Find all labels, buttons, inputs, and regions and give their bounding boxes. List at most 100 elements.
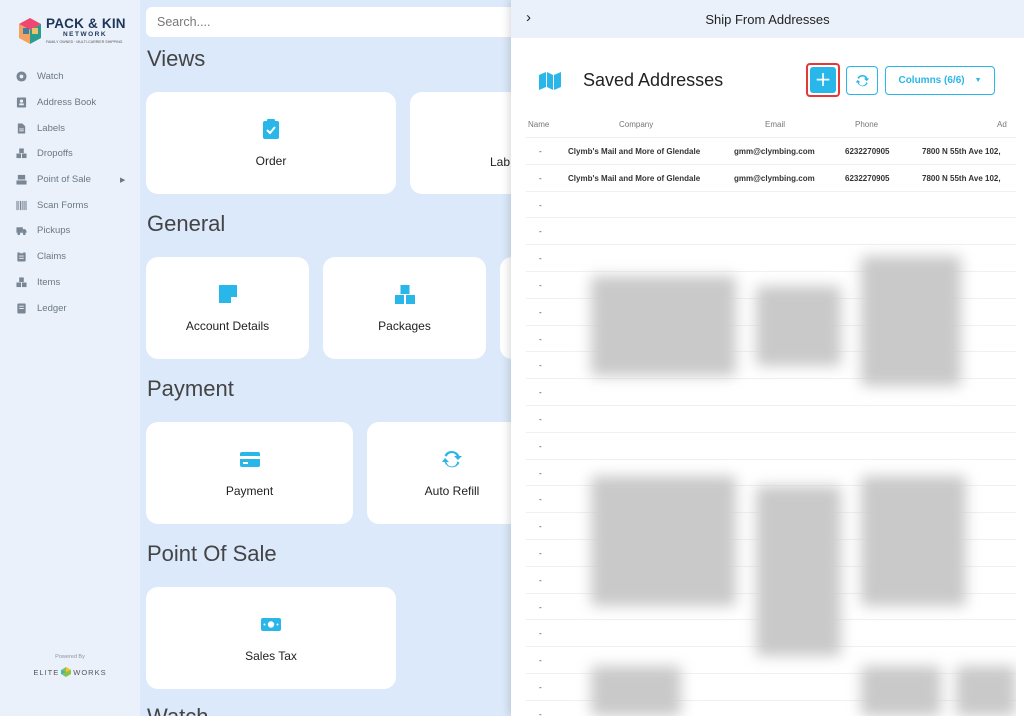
elite-works-right: WORKS xyxy=(73,668,107,677)
sidebar-item-label: Scan Forms xyxy=(37,199,89,211)
table-row[interactable]: - xyxy=(526,326,1016,353)
money-icon xyxy=(261,618,281,631)
sidebar-item-labels[interactable]: Labels xyxy=(0,115,140,141)
table-row[interactable]: - xyxy=(526,245,1016,272)
chevron-right-icon[interactable]: › xyxy=(526,9,531,26)
powered-by-label: Powered By xyxy=(55,654,85,660)
table-row[interactable]: - xyxy=(526,701,1016,716)
map-icon xyxy=(539,72,561,90)
section-title-views: Views xyxy=(147,46,206,71)
cell-name: - xyxy=(539,441,542,451)
drawer-title: Ship From Addresses xyxy=(705,11,830,27)
refresh-button[interactable] xyxy=(846,66,878,95)
section-title-payment: Payment xyxy=(147,376,234,401)
cell-name: - xyxy=(539,602,542,612)
watch-icon xyxy=(16,71,27,82)
column-header-company[interactable]: Company xyxy=(619,120,653,129)
card-packages[interactable]: Packages xyxy=(323,257,486,359)
elite-works-logo[interactable]: ELITE WORKS xyxy=(0,667,140,677)
drawer-header: › Ship From Addresses xyxy=(511,0,1024,38)
sidebar-item-label: Point of Sale xyxy=(37,174,91,186)
chevron-right-icon: ▶ xyxy=(120,176,126,184)
card-label: Account Details xyxy=(185,319,270,333)
labels-icon xyxy=(17,123,26,134)
card-label: Payment xyxy=(225,484,274,498)
table-row[interactable]: - xyxy=(526,272,1016,299)
table-row[interactable]: - xyxy=(526,620,1016,648)
sidebar-item-dropoffs[interactable]: Dropoffs xyxy=(0,141,140,167)
boxes-icon xyxy=(16,277,27,287)
card-order[interactable]: Order xyxy=(146,92,396,194)
caret-down-icon: ▼ xyxy=(974,77,982,84)
barcode-icon xyxy=(16,200,27,210)
cell-name: - xyxy=(539,575,542,585)
sidebar-item-ledger[interactable]: Ledger xyxy=(0,295,140,321)
cell-name: - xyxy=(539,147,542,156)
sidebar-item-items[interactable]: Items xyxy=(0,270,140,296)
table-row[interactable]: - Clymb's Mail and More of Glendale gmm@cl… xyxy=(526,165,1016,192)
sidebar-item-label: Ledger xyxy=(37,302,67,314)
table-row[interactable]: - xyxy=(526,433,1016,460)
cell-name: - xyxy=(539,495,542,505)
table-row[interactable]: - xyxy=(526,674,1016,701)
column-header-phone[interactable]: Phone xyxy=(855,120,878,129)
sidebar-item-label: Address Book xyxy=(37,97,97,109)
sidebar-item-address-book[interactable]: Address Book xyxy=(0,90,140,116)
table-row[interactable]: - Clymb's Mail and More of Glendale gmm@cl… xyxy=(526,138,1016,165)
cell-name: - xyxy=(539,361,542,371)
sidebar-item-label: Items xyxy=(37,276,61,288)
table-row[interactable]: - xyxy=(526,647,1016,674)
table-row[interactable]: - xyxy=(526,540,1016,567)
sidebar-item-scan-forms[interactable]: Scan Forms xyxy=(0,192,140,218)
book-icon xyxy=(17,302,26,314)
table-row[interactable]: - xyxy=(526,460,1016,487)
columns-dropdown-button[interactable]: Columns (6/6) ▼ xyxy=(885,66,995,95)
table-header: Name Company Email Phone Ad xyxy=(526,112,1016,138)
table-row[interactable]: - xyxy=(526,406,1016,433)
cell-email: gmm@clymbing.com xyxy=(734,173,815,183)
elite-works-gem-icon xyxy=(61,667,72,677)
saved-addresses-panel: Saved Addresses + Columns (6/6) ▼ Name C… xyxy=(526,56,1016,716)
card-label: Sales Tax xyxy=(245,649,297,663)
logo-mark-icon xyxy=(19,18,41,44)
card-label: Auto Refill xyxy=(424,484,480,498)
sidebar-item-point-of-sale[interactable]: Point of Sale ▶ xyxy=(0,167,140,193)
refresh-icon xyxy=(855,75,869,87)
sidebar-item-claims[interactable]: Claims xyxy=(0,244,140,270)
pack-and-kin-logo[interactable]: PACK & KIN NETWORK FAMILY OWNED · MULTI-… xyxy=(16,14,131,50)
card-payment[interactable]: Payment xyxy=(146,422,353,524)
clipboard-check-icon xyxy=(263,119,279,139)
column-header-address[interactable]: Ad xyxy=(997,120,1007,129)
sidebar-item-pickups[interactable]: Pickups xyxy=(0,218,140,244)
cell-name: - xyxy=(539,656,542,666)
refresh-icon xyxy=(442,450,462,468)
section-title-general: General xyxy=(147,211,226,236)
cell-name: - xyxy=(539,468,542,478)
brand-name: PACK & KIN xyxy=(46,16,126,31)
card-label: Lab xyxy=(490,155,511,169)
table-row[interactable]: - xyxy=(526,486,1016,514)
sidebar-item-label: Labels xyxy=(37,122,65,134)
column-header-name[interactable]: Name xyxy=(528,120,549,129)
note-icon xyxy=(218,285,237,303)
table-row[interactable]: - xyxy=(526,567,1016,594)
search-input[interactable]: Search.... xyxy=(146,7,526,37)
column-header-email[interactable]: Email xyxy=(765,120,785,129)
card-account-details[interactable]: Account Details xyxy=(146,257,309,359)
table-row[interactable]: - xyxy=(526,513,1016,540)
table-row[interactable]: - xyxy=(526,594,1016,621)
cell-address: 7800 N 55th Ave 102, xyxy=(922,147,1001,156)
cell-name: - xyxy=(539,522,542,532)
credit-card-icon xyxy=(239,452,260,467)
table-row[interactable]: - xyxy=(526,192,1016,219)
table-row[interactable]: - xyxy=(526,299,1016,326)
table-row[interactable]: - xyxy=(526,379,1016,406)
address-book-icon xyxy=(16,97,27,108)
sidebar-item-label: Dropoffs xyxy=(37,148,73,160)
add-address-button[interactable]: + xyxy=(806,63,840,97)
table-row[interactable]: - xyxy=(526,218,1016,246)
sidebar-item-watch[interactable]: Watch xyxy=(0,64,140,90)
table-row[interactable]: - xyxy=(526,352,1016,380)
dropoffs-icon xyxy=(16,148,27,159)
card-sales-tax[interactable]: Sales Tax xyxy=(146,587,396,689)
